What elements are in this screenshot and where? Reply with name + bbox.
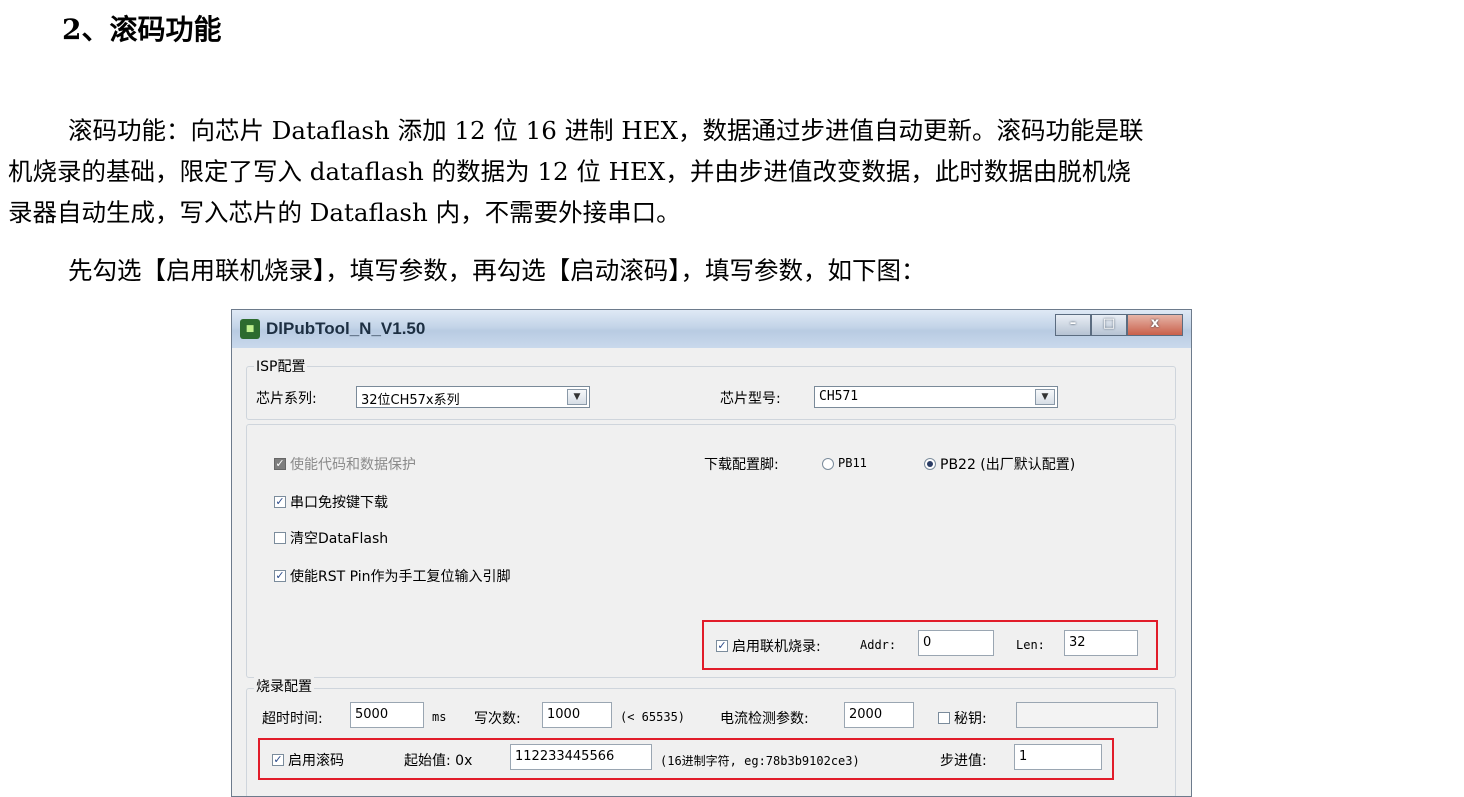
rst-pin-label: 使能RST Pin作为手工复位输入引脚: [290, 569, 511, 585]
step-input[interactable]: 1: [1014, 744, 1102, 770]
pb22-radio[interactable]: [924, 458, 936, 470]
clear-dataflash-label: 清空DataFlash: [290, 531, 389, 547]
serial-download-checkbox[interactable]: ✓: [274, 496, 286, 508]
write-count-hint: (< 65535): [620, 710, 686, 724]
chip-series-label: 芯片系列:: [256, 391, 317, 407]
intro-paragraph: 滚码功能：向芯片 Dataflash 添加 12 位 16 进制 HEX，数据通…: [8, 110, 1458, 233]
chip-model-label: 芯片型号:: [720, 391, 781, 407]
radio-dot-icon: [927, 461, 933, 467]
app-window-screenshot: ■ DlPubTool_N_V1.50 – □ x ISP配置 芯片系列: 32…: [231, 309, 1192, 797]
burn-config-legend: 烧录配置: [254, 676, 314, 696]
write-count-label: 写次数:: [474, 711, 521, 727]
minimize-button[interactable]: –: [1055, 314, 1091, 336]
start-value-hint: (16进制字符, eg:78b3b9102ce3): [660, 754, 860, 768]
intro-line-1: 滚码功能：向芯片 Dataflash 添加 12 位 16 进制 HEX，数据通…: [68, 116, 1144, 145]
key-checkbox[interactable]: [938, 712, 950, 724]
serial-download-label: 串口免按键下载: [290, 495, 388, 511]
maximize-button[interactable]: □: [1091, 314, 1127, 336]
key-label: 秘钥:: [954, 711, 987, 727]
online-burn-checkbox[interactable]: ✓: [716, 640, 728, 652]
chip-model-value: CH571: [819, 389, 859, 404]
window-client: ISP配置 芯片系列: 32位CH57x系列 ▼ 芯片型号: CH571 ▼ ✓…: [238, 350, 1185, 796]
download-pin-label: 下载配置脚:: [704, 457, 779, 473]
chip-series-select[interactable]: 32位CH57x系列 ▼: [356, 386, 590, 408]
step-label: 步进值:: [940, 753, 987, 769]
chevron-down-icon[interactable]: ▼: [1035, 389, 1055, 405]
chevron-down-icon[interactable]: ▼: [567, 389, 587, 405]
timeout-label: 超时时间:: [262, 711, 323, 727]
current-input[interactable]: 2000: [844, 702, 914, 728]
addr-input[interactable]: 0: [918, 630, 994, 656]
online-burn-label: 启用联机烧录:: [732, 639, 821, 655]
isp-config-legend: ISP配置: [254, 356, 308, 376]
section-heading: 2、滚码功能: [62, 13, 222, 46]
start-value-input[interactable]: 112233445566: [510, 744, 652, 770]
len-input[interactable]: 32: [1064, 630, 1138, 656]
instruction-paragraph: 先勾选【启用联机烧录】，填写参数，再勾选【启动滚码】，填写参数，如下图：: [8, 250, 1458, 291]
clear-dataflash-checkbox[interactable]: [274, 532, 286, 544]
window-controls: – □ x: [1055, 314, 1183, 336]
start-value-label: 起始值: 0x: [404, 753, 473, 769]
key-input[interactable]: [1016, 702, 1158, 728]
rst-pin-checkbox[interactable]: ✓: [274, 570, 286, 582]
timeout-input[interactable]: 5000: [350, 702, 424, 728]
rolling-code-checkbox[interactable]: ✓: [272, 754, 284, 766]
write-count-input[interactable]: 1000: [542, 702, 612, 728]
chip-model-select[interactable]: CH571 ▼: [814, 386, 1058, 408]
instruction-line: 先勾选【启用联机烧录】，填写参数，再勾选【启动滚码】，填写参数，如下图：: [68, 256, 926, 285]
len-label: Len:: [1016, 638, 1045, 652]
pb22-label: PB22 (出厂默认配置): [940, 457, 1076, 473]
protect-checkbox[interactable]: ✓: [274, 458, 286, 470]
pb11-label: PB11: [838, 456, 867, 470]
pb11-radio[interactable]: [822, 458, 834, 470]
timeout-unit: ms: [432, 710, 447, 724]
title-bar[interactable]: ■ DlPubTool_N_V1.50 – □ x: [232, 310, 1191, 348]
close-button[interactable]: x: [1127, 314, 1183, 336]
chip-series-value: 32位CH57x系列: [361, 393, 460, 408]
intro-line-3: 录器自动生成，写入芯片的 Dataflash 内，不需要外接串口。: [8, 198, 681, 227]
current-label: 电流检测参数:: [720, 711, 809, 727]
app-icon: ■: [240, 319, 260, 339]
window-title: DlPubTool_N_V1.50: [266, 319, 426, 338]
intro-line-2: 机烧录的基础，限定了写入 dataflash 的数据为 12 位 HEX，并由步…: [8, 157, 1131, 186]
rolling-code-label: 启用滚码: [288, 753, 344, 769]
protect-label: 使能代码和数据保护: [290, 457, 416, 473]
addr-label: Addr:: [860, 638, 897, 652]
